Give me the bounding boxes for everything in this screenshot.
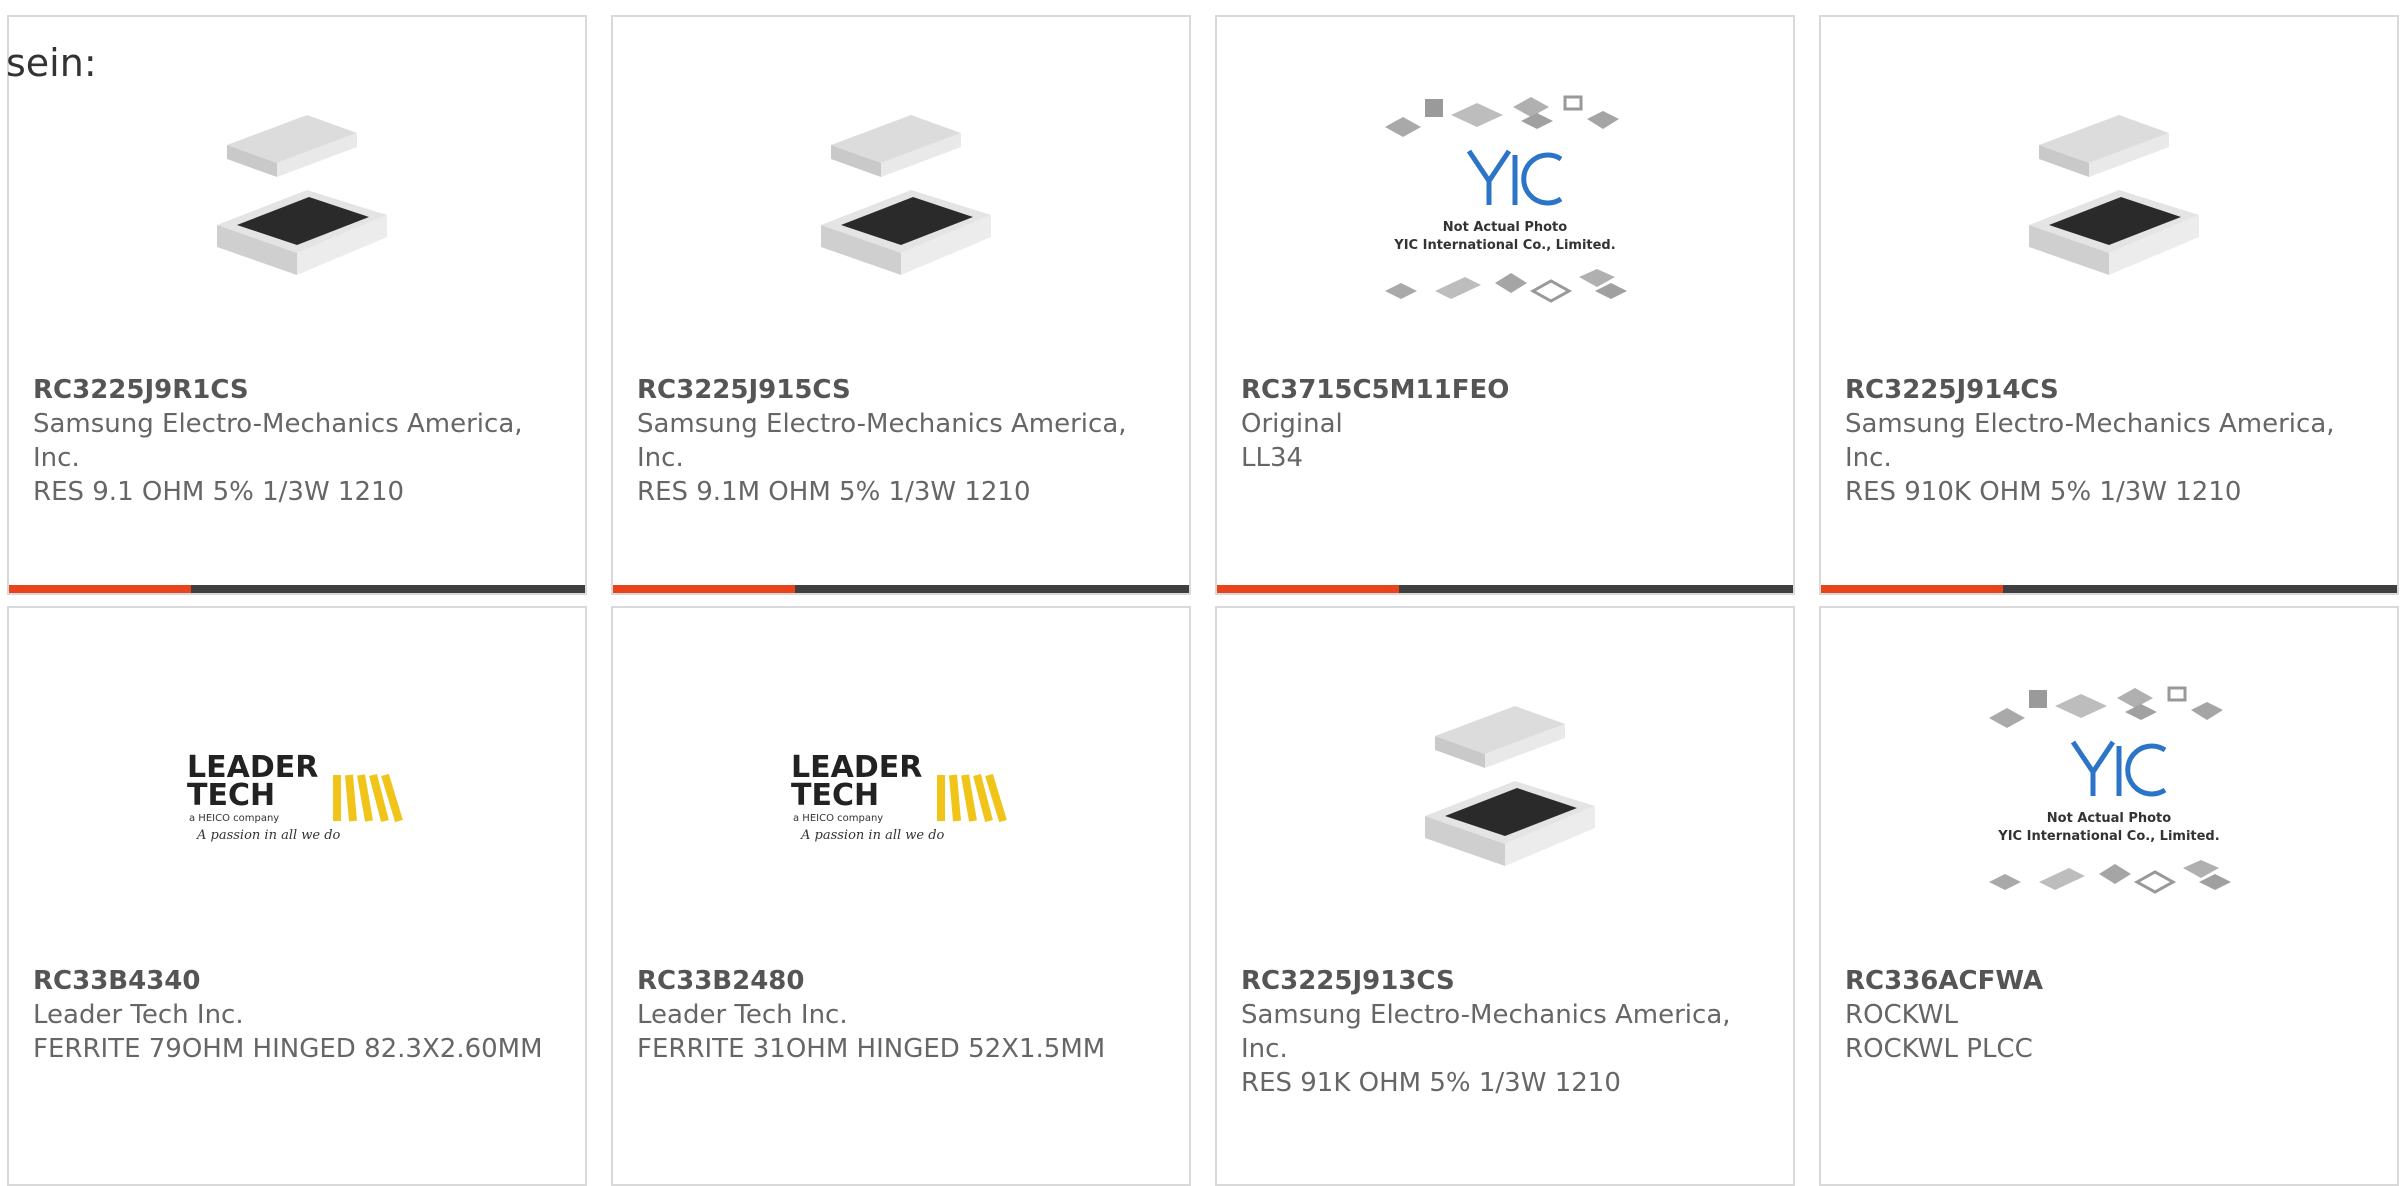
product-card[interactable]: RC3225J914CS Samsung Electro-Mechanics A…	[1819, 15, 2399, 595]
manufacturer: Samsung Electro-Mechanics America, Inc.	[1845, 409, 2335, 473]
product-card[interactable]: RC3225J9R1CS Samsung Electro-Mechanics A…	[7, 15, 587, 595]
logo-line-2: TECH	[187, 778, 275, 813]
yic-placeholder-icon: Not Actual Photo YIC International Co., …	[1385, 95, 1627, 303]
product-card[interactable]: Not Actual Photo YIC International Co., …	[1819, 606, 2399, 1186]
manufacturer: Samsung Electro-Mechanics America, Inc.	[1241, 1000, 1731, 1064]
part-number[interactable]: RC33B2480	[637, 964, 1171, 998]
manufacturer: Samsung Electro-Mechanics America, Inc.	[637, 409, 1127, 473]
product-image[interactable]: LEADER TECH a HEICO company A passion in…	[9, 686, 585, 906]
manufacturer: Leader Tech Inc.	[637, 1000, 848, 1030]
product-card[interactable]: LEADER TECH a HEICO company A passion in…	[611, 606, 1191, 1186]
product-grid: RC3225J9R1CS Samsung Electro-Mechanics A…	[0, 0, 2400, 1186]
product-image[interactable]: Not Actual Photo YIC International Co., …	[1217, 95, 1793, 315]
logo-tagline: A passion in all we do	[196, 828, 341, 843]
part-number[interactable]: RC336ACFWA	[1845, 964, 2379, 998]
leader-tech-logo: LEADER TECH a HEICO company A passion in…	[187, 750, 403, 843]
description: FERRITE 79OHM HINGED 82.3X2.60MM	[33, 1034, 543, 1064]
description: ROCKWL PLCC	[1845, 1034, 2033, 1064]
product-card[interactable]: LEADER TECH a HEICO company A passion in…	[7, 606, 587, 1186]
part-number[interactable]: RC3225J9R1CS	[33, 373, 567, 407]
logo-sub: a HEICO company	[189, 813, 279, 824]
chip-resistor-icon	[821, 115, 991, 275]
chip-resistor-icon	[2029, 115, 2199, 275]
description: LL34	[1241, 443, 1304, 473]
image-caption-1: Not Actual Photo	[2047, 811, 2171, 826]
product-image[interactable]: LEADER TECH a HEICO company A passion in…	[613, 686, 1189, 906]
logo-line-2: TECH	[791, 778, 879, 813]
description: FERRITE 31OHM HINGED 52X1.5MM	[637, 1034, 1106, 1064]
part-number[interactable]: RC3715C5M11FEO	[1241, 373, 1775, 407]
card-accent-bar	[1217, 585, 1399, 593]
product-card[interactable]: RC3225J915CS Samsung Electro-Mechanics A…	[611, 15, 1191, 595]
chip-resistor-icon	[1425, 706, 1595, 866]
manufacturer: Leader Tech Inc.	[33, 1000, 244, 1030]
manufacturer: Samsung Electro-Mechanics America, Inc.	[33, 409, 523, 473]
image-caption-2: YIC International Co., Limited.	[1997, 829, 2219, 844]
card-accent-bar	[1821, 585, 2003, 593]
product-card[interactable]: RC3225J913CS Samsung Electro-Mechanics A…	[1215, 606, 1795, 1186]
image-caption-2: YIC International Co., Limited.	[1393, 238, 1615, 253]
product-image[interactable]	[613, 95, 1189, 315]
part-number[interactable]: RC3225J914CS	[1845, 373, 2379, 407]
card-accent-bar	[613, 585, 795, 593]
part-number[interactable]: RC3225J915CS	[637, 373, 1171, 407]
description: RES 910K OHM 5% 1/3W 1210	[1845, 477, 2242, 507]
card-bottom-bar	[9, 585, 585, 593]
manufacturer: ROCKWL	[1845, 1000, 1959, 1030]
product-image[interactable]: Not Actual Photo YIC International Co., …	[1821, 686, 2397, 906]
part-number[interactable]: RC33B4340	[33, 964, 567, 998]
description: RES 9.1 OHM 5% 1/3W 1210	[33, 477, 405, 507]
product-image[interactable]	[9, 95, 585, 315]
description: RES 91K OHM 5% 1/3W 1210	[1241, 1068, 1621, 1098]
part-number[interactable]: RC3225J913CS	[1241, 964, 1775, 998]
leader-tech-logo: LEADER TECH a HEICO company A passion in…	[791, 750, 1007, 843]
card-bottom-bar	[1821, 585, 2397, 593]
logo-tagline: A passion in all we do	[800, 828, 945, 843]
manufacturer: Original	[1241, 409, 1343, 439]
description: RES 9.1M OHM 5% 1/3W 1210	[637, 477, 1031, 507]
lead-text: sein:	[6, 41, 97, 85]
card-accent-bar	[9, 585, 191, 593]
product-image[interactable]	[1217, 686, 1793, 906]
card-bottom-bar	[1217, 585, 1793, 593]
chip-resistor-icon	[217, 115, 387, 275]
card-bottom-bar	[613, 585, 1189, 593]
image-caption-1: Not Actual Photo	[1443, 220, 1567, 235]
logo-sub: a HEICO company	[793, 813, 883, 824]
product-card[interactable]: Not Actual Photo YIC International Co., …	[1215, 15, 1795, 595]
product-image[interactable]	[1821, 95, 2397, 315]
yic-placeholder-icon: Not Actual Photo YIC International Co., …	[1989, 686, 2231, 894]
